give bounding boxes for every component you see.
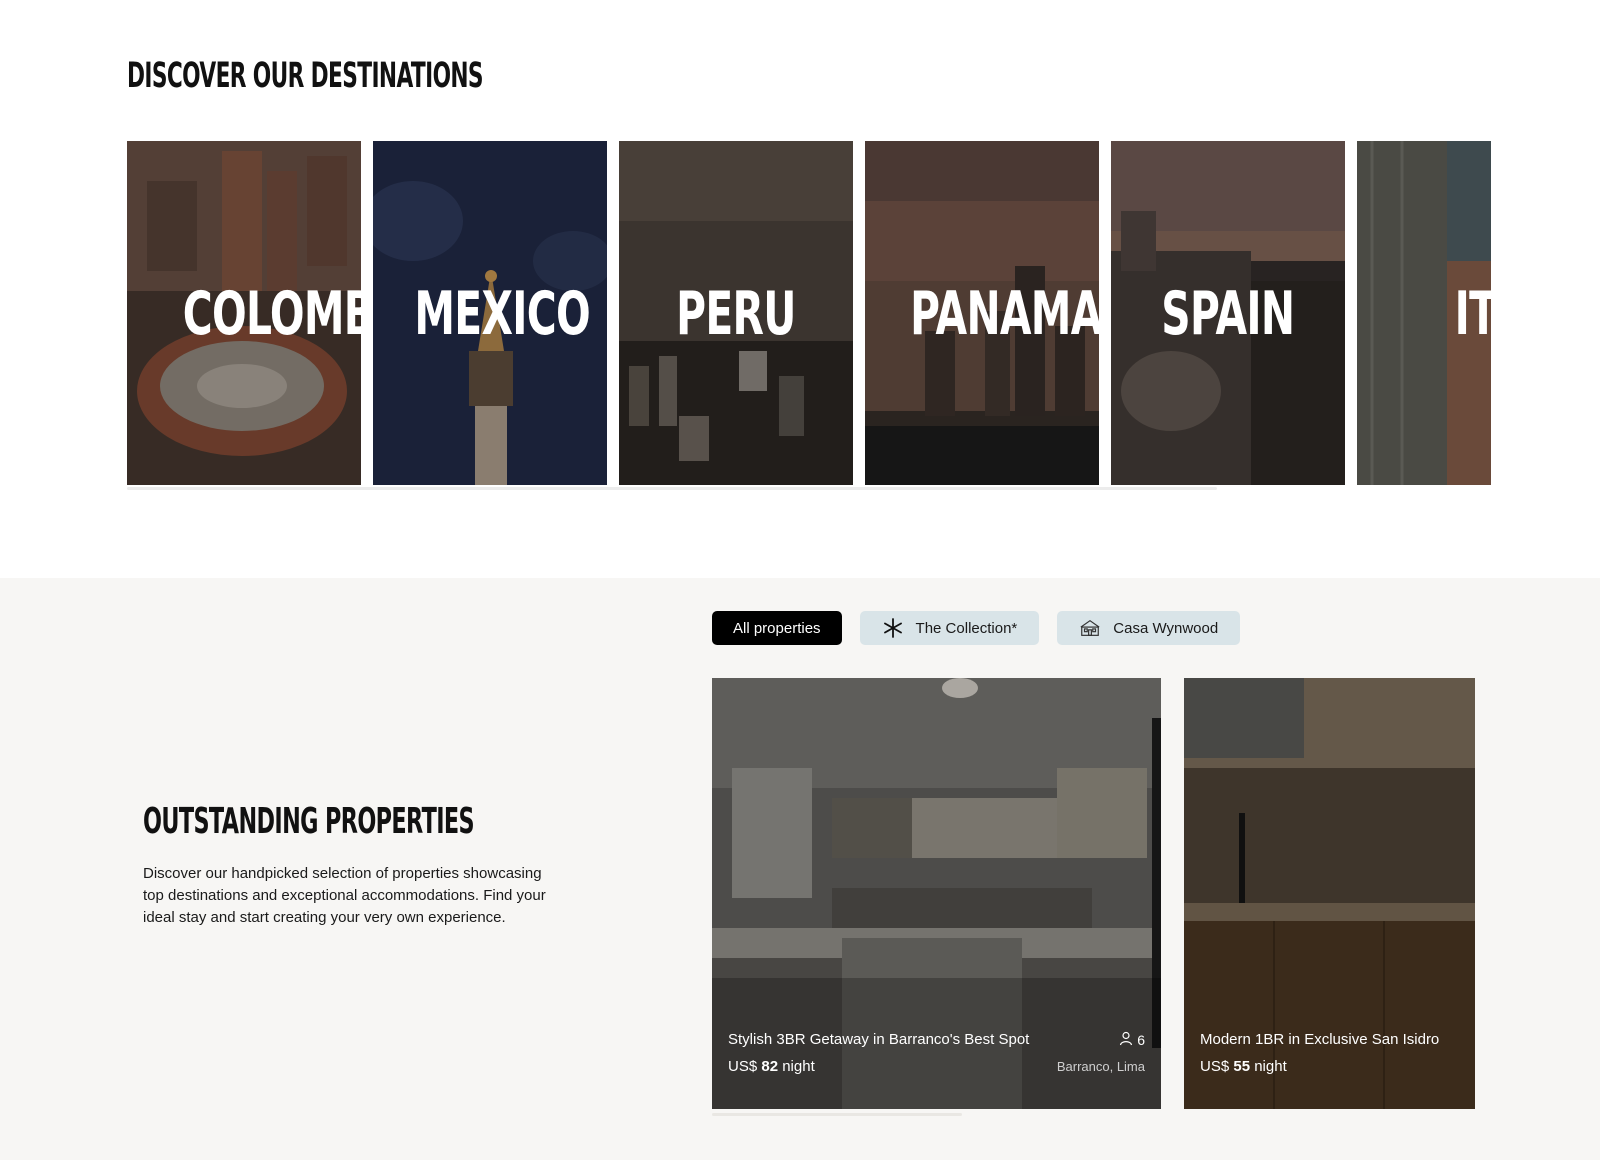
filter-label: Casa Wynwood — [1113, 619, 1219, 637]
filter-all-properties[interactable]: All properties — [712, 611, 842, 645]
destination-label: ITALY — [1454, 279, 1491, 349]
property-price: US$ 82 night — [728, 1058, 815, 1075]
properties-section: OUTSTANDING PROPERTIES Discover our hand… — [0, 578, 1600, 1160]
destinations-section: DISCOVER OUR DESTINATIONS COLOMBIA — [0, 0, 1600, 578]
destination-card-panama[interactable]: PANAMA — [865, 141, 1099, 485]
destination-label: MEXICO — [414, 279, 590, 349]
house-icon — [1079, 617, 1101, 639]
destinations-title: DISCOVER OUR DESTINATIONS — [127, 56, 484, 96]
property-card[interactable]: Stylish 3BR Getaway in Barranco's Best S… — [712, 678, 1161, 1109]
destinations-scrollbar[interactable] — [127, 487, 1217, 490]
property-name: Stylish 3BR Getaway in Barranco's Best S… — [728, 1031, 1030, 1048]
filter-label: All properties — [733, 619, 821, 637]
properties-description: Discover our handpicked selection of pro… — [143, 865, 546, 926]
property-card[interactable]: Modern 1BR in Exclusive San Isidro US$ 5… — [1184, 678, 1475, 1109]
asterisk-icon — [882, 617, 904, 639]
destination-card-peru[interactable]: PERU — [619, 141, 853, 485]
filter-label: The Collection* — [915, 619, 1018, 637]
destination-card-spain[interactable]: SPAIN — [1111, 141, 1345, 485]
destination-label: COLOMBIA — [182, 279, 361, 349]
destination-label: SPAIN — [1161, 279, 1295, 349]
property-guests: 6 — [1119, 1031, 1145, 1049]
destination-label: PERU — [676, 279, 796, 349]
destination-label: PANAMA — [910, 279, 1099, 349]
filter-casa-wynwood[interactable]: Casa Wynwood — [1057, 611, 1241, 645]
properties-scrollbar[interactable] — [712, 1113, 962, 1116]
destination-card-mexico[interactable]: MEXICO — [373, 141, 607, 485]
destination-card-colombia[interactable]: COLOMBIA — [127, 141, 361, 485]
destinations-carousel[interactable]: COLOMBIA MEXICO — [127, 141, 1491, 485]
property-location: Barranco, Lima — [1056, 1059, 1145, 1074]
guest-icon — [1119, 1031, 1133, 1049]
destination-card-italy[interactable]: ITALY — [1357, 141, 1491, 485]
property-price: US$ 55 night — [1200, 1058, 1287, 1075]
filter-the-collection[interactable]: The Collection* — [859, 611, 1040, 645]
property-name: Modern 1BR in Exclusive San Isidro — [1200, 1031, 1440, 1048]
property-filters: All properties The Collection* Casa Wynw… — [712, 611, 1241, 645]
properties-title: OUTSTANDING PROPERTIES — [143, 801, 475, 842]
